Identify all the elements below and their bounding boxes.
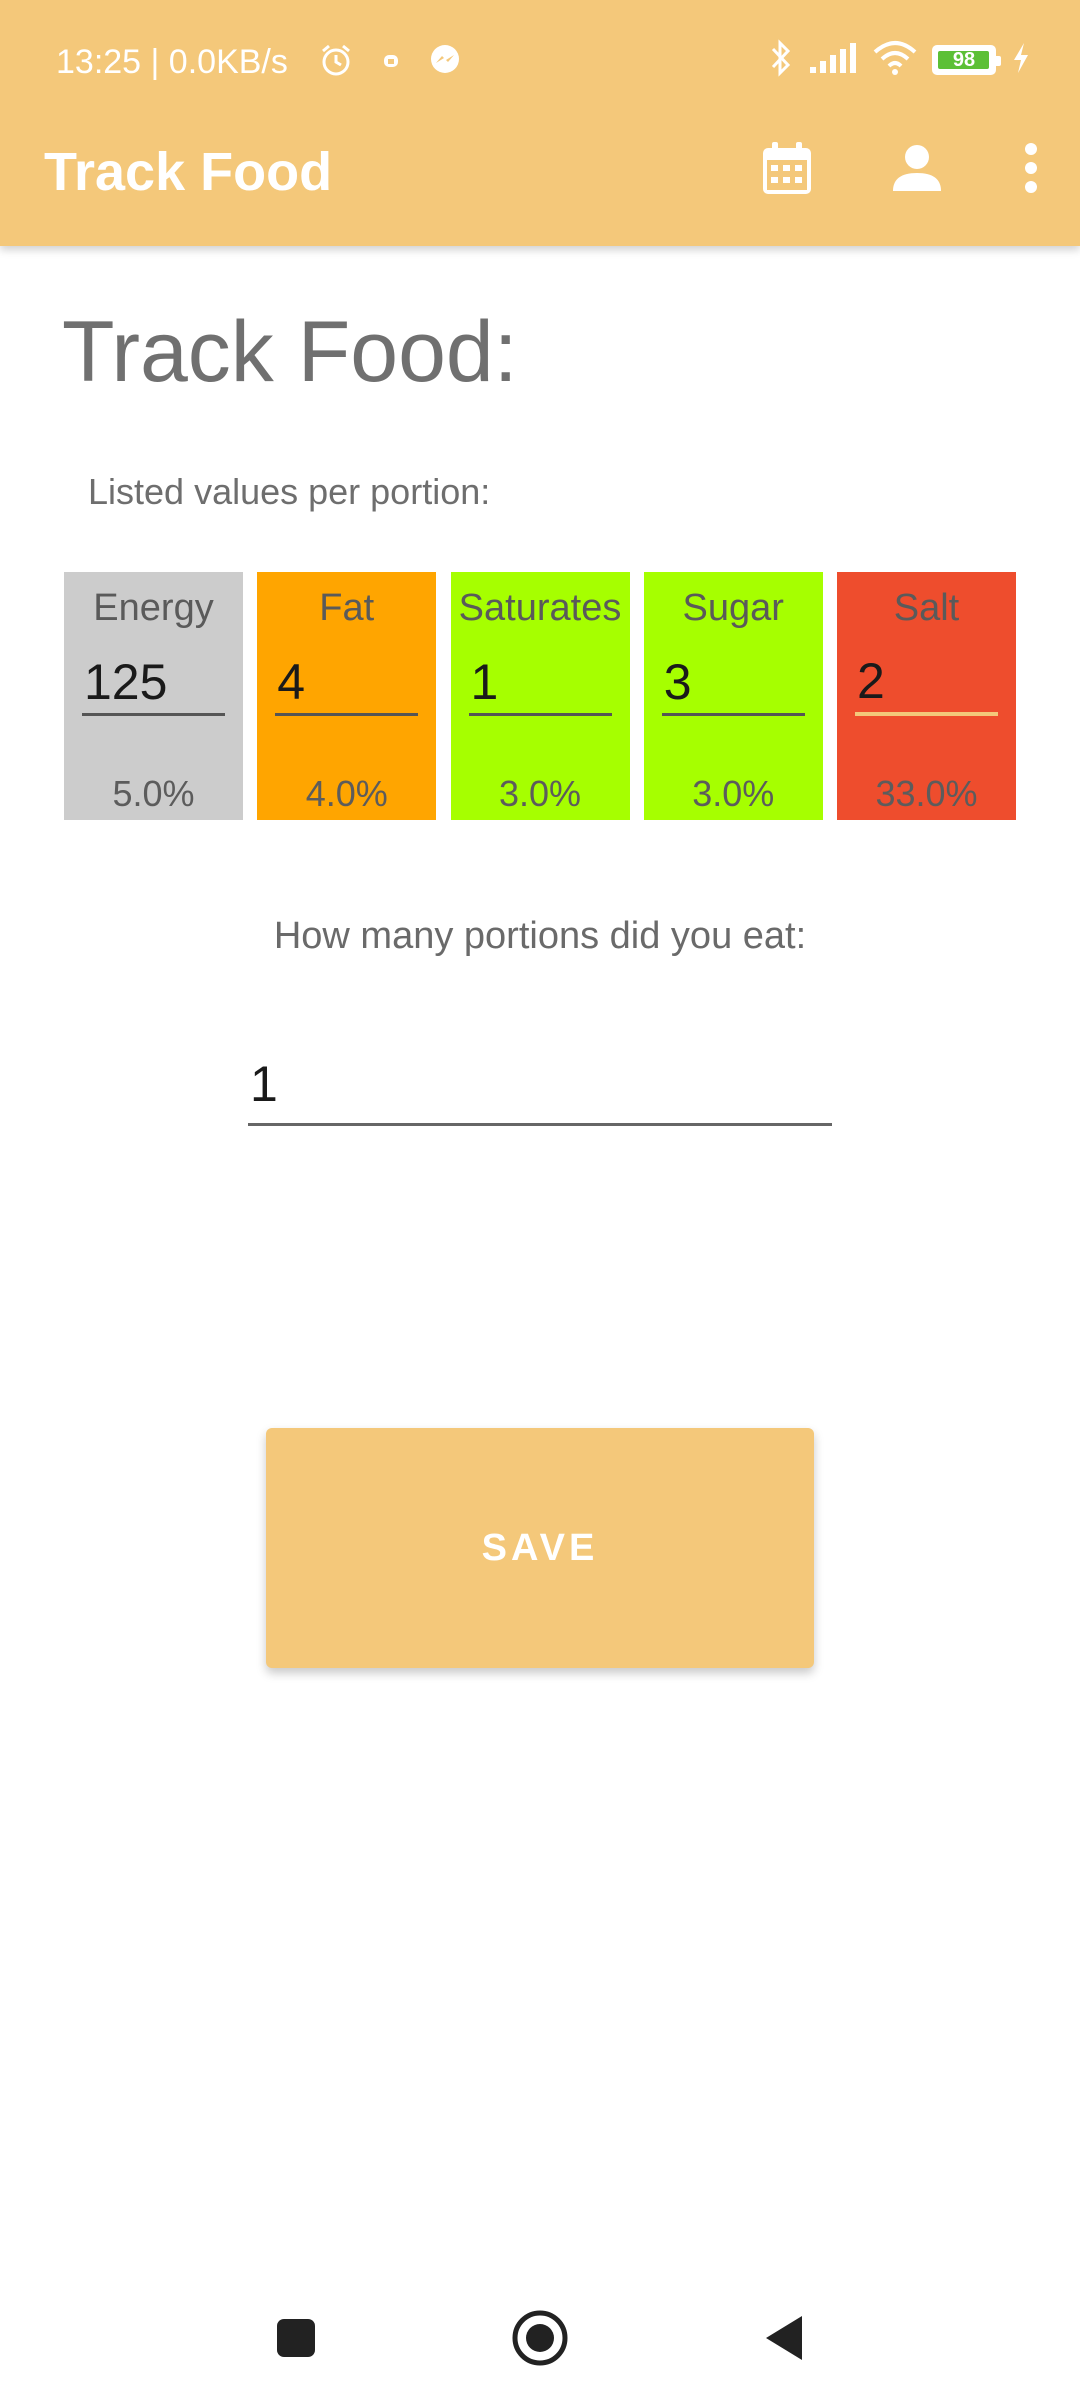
- nutrient-energy: Energy 5.0%: [64, 572, 243, 820]
- nutrient-label: Fat: [319, 587, 375, 629]
- signal-icon: [808, 41, 858, 80]
- saturates-input[interactable]: [468, 650, 612, 716]
- save-button[interactable]: SAVE: [266, 1428, 814, 1668]
- overflow-menu-button[interactable]: [982, 128, 1080, 212]
- status-right-icons: 98: [768, 36, 1032, 84]
- nutrient-saturates: Saturates 3.0%: [450, 572, 630, 820]
- values-per-portion-label: Listed values per portion:: [88, 471, 491, 512]
- portions-label: How many portions did you eat:: [273, 915, 807, 957]
- recents-icon: [274, 2316, 318, 2365]
- more-vert-icon: [1024, 142, 1038, 199]
- calendar-button[interactable]: [722, 128, 852, 212]
- back-icon: [762, 2313, 806, 2368]
- salt-input[interactable]: [855, 650, 998, 716]
- nutrient-salt: Salt 33.0%: [837, 572, 1016, 820]
- nutrient-label: Energy: [93, 587, 214, 629]
- profile-button[interactable]: [852, 128, 982, 212]
- page-title: Track Food:: [62, 304, 518, 400]
- battery-icon: 98: [932, 45, 1001, 75]
- home-icon: [510, 2308, 570, 2373]
- portions-input[interactable]: [248, 1044, 832, 1126]
- nutrient-percent: 3.0%: [692, 773, 775, 814]
- nutrient-percent: 5.0%: [112, 773, 195, 814]
- messenger-icon: [428, 43, 462, 82]
- home-button[interactable]: [498, 2298, 582, 2382]
- back-button[interactable]: [742, 2298, 826, 2382]
- battery-cap: [996, 56, 1001, 66]
- energy-input[interactable]: [82, 650, 225, 716]
- person-icon: [892, 143, 942, 198]
- nutrient-grid: Energy 5.0% Fat 4.0% Saturates 3.0% Suga…: [64, 572, 1016, 820]
- battery-text: 98: [952, 48, 976, 71]
- charging-icon: [1010, 41, 1032, 80]
- app-actions: [722, 128, 1080, 212]
- nutrient-percent: 3.0%: [498, 773, 582, 814]
- calendar-icon: [761, 140, 813, 201]
- nutrient-sugar: Sugar 3.0%: [643, 572, 823, 820]
- wifi-icon: [872, 40, 918, 81]
- bluetooth-icon: [768, 38, 794, 82]
- nutrient-percent: 33.0%: [875, 773, 978, 814]
- app-header: 13:25 | 0.0KB/s 98 Track Food: [0, 0, 1080, 246]
- nutrient-percent: 4.0%: [305, 773, 388, 814]
- recents-button[interactable]: [254, 2298, 338, 2382]
- sugar-input[interactable]: [661, 650, 805, 716]
- status-time: 13:25 | 0.0KB/s: [56, 43, 288, 81]
- system-nav-bar: [0, 2280, 1080, 2400]
- nutrient-label: Saturates: [458, 587, 622, 629]
- app-title: Track Food: [44, 142, 333, 202]
- notification-icon: [380, 49, 402, 76]
- nutrient-label: Sugar: [682, 587, 784, 629]
- fat-input[interactable]: [275, 650, 419, 716]
- alarm-icon: [318, 42, 354, 83]
- nutrient-fat: Fat 4.0%: [257, 572, 437, 820]
- nutrient-label: Salt: [893, 587, 960, 629]
- status-left-icons: [318, 38, 462, 86]
